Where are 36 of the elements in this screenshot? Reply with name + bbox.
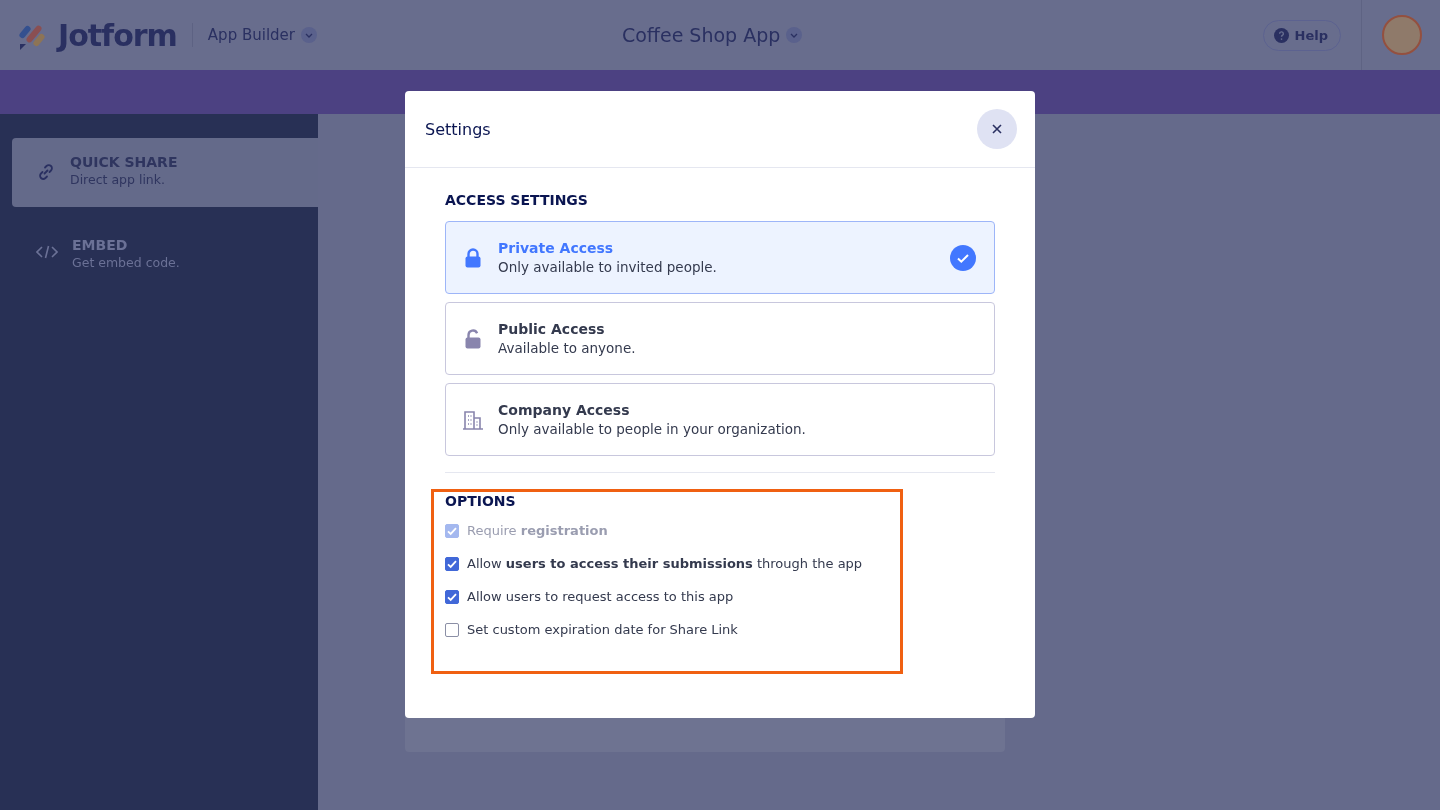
lock-icon: [462, 247, 484, 268]
section-heading: ACCESS SETTINGS: [445, 192, 589, 208]
access-option[interactable]: Public Access Available to anyone.: [445, 302, 995, 375]
question-icon: [1273, 27, 1289, 43]
unlocked-icon: [462, 328, 484, 349]
access-option-description: Available to anyone.: [498, 340, 637, 356]
checkbox[interactable]: [445, 556, 459, 571]
option-label: Require registration: [467, 523, 608, 538]
access-option-description: Only available to people in your organization.: [498, 421, 807, 437]
close-button[interactable]: [977, 109, 1017, 149]
access-option[interactable]: Private Access Only available to invited people.: [445, 221, 995, 294]
access-option[interactable]: Company Access Only available to people in your organization.: [445, 383, 995, 456]
checkbox[interactable]: [445, 622, 459, 637]
check-circle-icon: [950, 244, 976, 271]
chevron-down-icon: [786, 27, 803, 43]
access-option-title: Private Access: [498, 240, 615, 256]
dialog-title: Settings: [425, 119, 491, 139]
access-option-title: Public Access: [498, 321, 606, 337]
product-menu[interactable]: App Builder: [207, 26, 317, 44]
chevron-down-icon: [300, 27, 317, 43]
sidebar-item-title: EMBED: [72, 237, 129, 253]
close-icon: [991, 123, 1003, 135]
sidebar-item[interactable]: EMBED Get embed code.: [12, 221, 318, 286]
link-icon: [36, 162, 56, 182]
section-heading: OPTIONS: [445, 493, 517, 509]
app-title-menu[interactable]: Coffee Shop App: [621, 24, 803, 46]
access-option-description: Only available to invited people.: [498, 259, 718, 275]
brand-name: Jotform: [58, 17, 177, 53]
access-option-title: Company Access: [498, 402, 631, 418]
sidebar-item-subtitle: Get embed code.: [72, 255, 180, 270]
option-label: Set custom expiration date for Share Link: [467, 622, 738, 637]
option-label: Allow users to request access to this app: [467, 589, 734, 604]
building-icon: [462, 409, 484, 430]
option-label: Allow users to access their submissions through the app: [467, 556, 863, 571]
checkbox[interactable]: [445, 589, 459, 604]
code-icon: [36, 245, 58, 259]
